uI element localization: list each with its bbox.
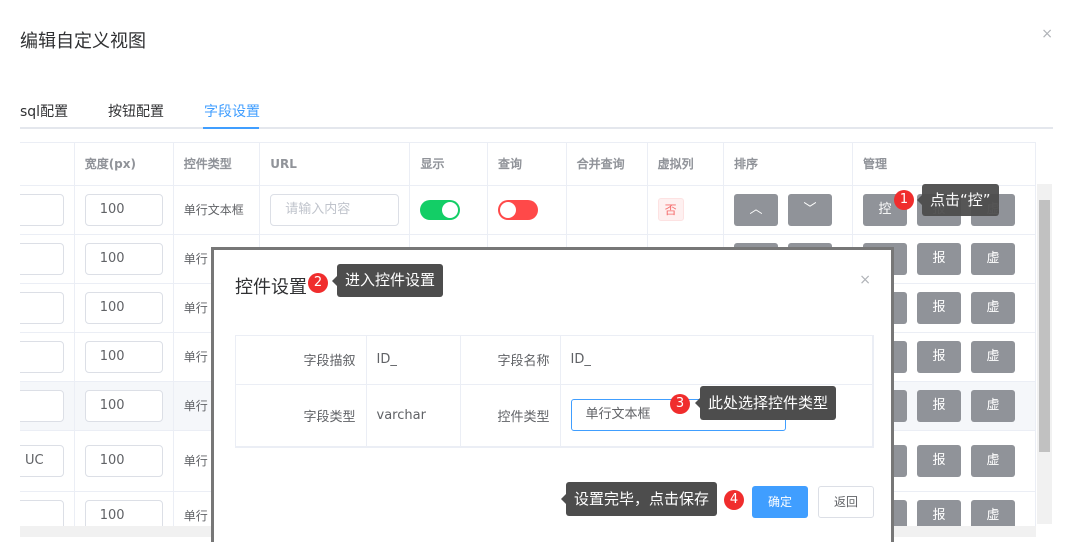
report-button[interactable]: 报 (916, 389, 961, 422)
virtual-button[interactable]: 虚 (970, 444, 1015, 477)
column-header: 查询 (487, 143, 567, 186)
column-header: 合并查询 (566, 143, 648, 186)
field-input[interactable] (20, 340, 64, 373)
column-header: 虚拟列 (647, 143, 724, 186)
sort-up-button[interactable]: ︿ (733, 193, 778, 226)
active-tab-indicator (203, 127, 259, 129)
type-value: varchar (366, 384, 461, 447)
width-input[interactable]: 100 (84, 242, 163, 275)
control-type-label: 控件类型 (460, 384, 561, 447)
width-input[interactable]: 100 (84, 193, 163, 226)
virtual-tag: 否 (657, 198, 684, 221)
tab-bar: sql配置 按钮配置 字段设置 (20, 96, 1053, 129)
column-header: URL (259, 143, 411, 186)
width-input[interactable]: 100 (84, 291, 163, 324)
annotation-badge-4: 4 (724, 490, 744, 510)
control-dialog-title: 控件设置 (235, 277, 307, 298)
field-input[interactable] (20, 291, 64, 324)
close-icon[interactable]: × (1041, 26, 1053, 42)
name-value: ID_ (560, 336, 873, 385)
vertical-scrollbar[interactable] (1037, 184, 1052, 524)
report-button[interactable]: 报 (916, 340, 961, 373)
width-input[interactable]: 100 (84, 444, 163, 477)
annotation-tip-3: 此处选择控件类型 (694, 386, 837, 420)
report-button[interactable]: 报 (916, 444, 961, 477)
tab-button-config[interactable]: 按钮配置 (108, 101, 164, 121)
field-input[interactable]: UC (20, 444, 64, 477)
column-header: 宽度(px) (74, 143, 174, 186)
column-header: 显示 (409, 143, 489, 186)
virtual-button[interactable]: 虚 (970, 291, 1015, 324)
tab-sql-config[interactable]: sql配置 (20, 101, 68, 121)
url-input[interactable]: 请输入内容 (270, 193, 400, 226)
field-input[interactable] (20, 242, 64, 275)
report-button[interactable]: 报 (916, 291, 961, 324)
type-label: 字段类型 (236, 384, 367, 447)
control-settings-dialog: 控件设置 2 进入控件设置 × 字段描叙 ID_ 字段名称 ID_ 字段类型 v… (211, 247, 894, 542)
control-type-cell: 单行文本框 (173, 185, 261, 235)
annotation-tip-2: 进入控件设置 (331, 264, 444, 297)
control-dialog-close-icon[interactable]: × (859, 272, 871, 288)
virtual-button[interactable]: 虚 (970, 340, 1015, 373)
query-toggle[interactable] (498, 199, 539, 220)
field-input[interactable] (20, 389, 64, 422)
report-button[interactable]: 报 (916, 242, 961, 275)
dialog-title: 编辑自定义视图 (20, 31, 146, 52)
confirm-button[interactable]: 确定 (752, 486, 808, 518)
annotation-badge-3: 3 (670, 394, 690, 414)
table-row: 100单行文本框请输入内容否︿﹀控报虚 (20, 185, 1036, 235)
annotation-tip-1: 点击“控” (917, 184, 999, 216)
back-button[interactable]: 返回 (818, 486, 874, 518)
name-label: 字段名称 (460, 336, 561, 385)
annotation-badge-2: 2 (308, 273, 328, 293)
column-header (20, 143, 75, 186)
virtual-button[interactable]: 虚 (970, 242, 1015, 275)
annotation-badge-1: 1 (894, 190, 914, 210)
column-header: 管理 (852, 143, 1036, 186)
width-input[interactable]: 100 (84, 340, 163, 373)
annotation-tip-4: 设置完毕，点击保存 (560, 482, 718, 516)
tab-field-settings[interactable]: 字段设置 (204, 101, 260, 121)
column-header: 排序 (723, 143, 853, 186)
sort-down-button[interactable]: ﹀ (787, 193, 832, 226)
scrollbar-thumb[interactable] (1039, 200, 1050, 452)
desc-label: 字段描叙 (236, 336, 367, 385)
desc-value: ID_ (366, 336, 461, 385)
column-header: 控件类型 (173, 143, 261, 186)
virtual-button[interactable]: 虚 (970, 389, 1015, 422)
field-input[interactable] (20, 193, 64, 226)
show-toggle[interactable] (420, 199, 461, 220)
width-input[interactable]: 100 (84, 389, 163, 422)
